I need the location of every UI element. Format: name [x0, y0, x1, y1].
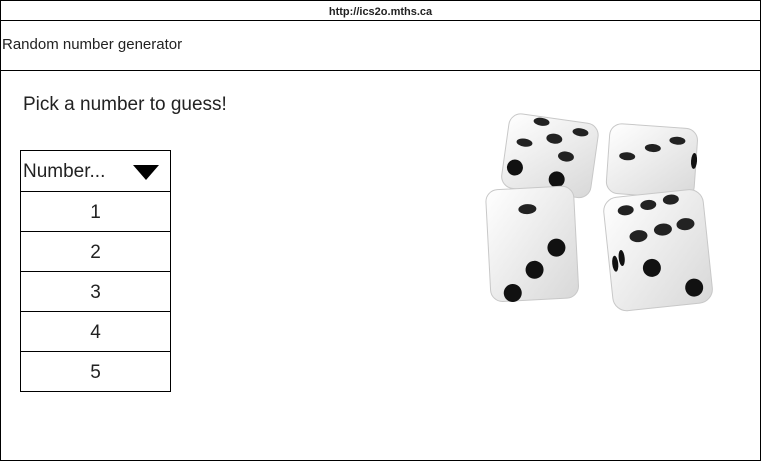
- page-title: Random number generator: [2, 36, 183, 53]
- triangle-down-icon[interactable]: [133, 165, 159, 180]
- dropdown-option-5[interactable]: 5: [21, 352, 170, 391]
- app-header: Random number generator: [0, 20, 761, 71]
- dice-image: [485, 113, 713, 312]
- die-three: [605, 123, 698, 199]
- die-six: [603, 189, 713, 312]
- number-dropdown[interactable]: Number... 1 2 3 4 5: [20, 150, 171, 392]
- dropdown-option-2[interactable]: 2: [21, 232, 170, 272]
- die-front-three: [485, 185, 579, 303]
- url-text: http://ics2o.mths.ca: [328, 6, 433, 18]
- dropdown-option-4[interactable]: 4: [21, 312, 170, 352]
- dropdown-option-3[interactable]: 3: [21, 272, 170, 312]
- dropdown-selected-label: Number...: [23, 161, 106, 182]
- dropdown-header[interactable]: Number...: [21, 151, 170, 192]
- guess-prompt: Pick a number to guess!: [23, 94, 227, 115]
- die-five: [501, 113, 599, 199]
- dropdown-option-1[interactable]: 1: [21, 192, 170, 232]
- address-bar[interactable]: http://ics2o.mths.ca: [0, 0, 761, 21]
